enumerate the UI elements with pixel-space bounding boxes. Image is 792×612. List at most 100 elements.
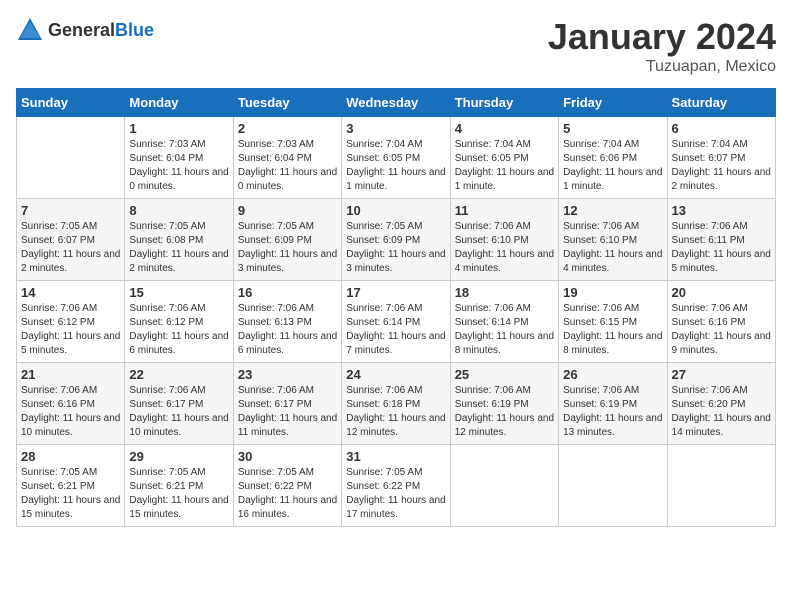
logo-text: GeneralBlue: [48, 20, 154, 41]
calendar-cell: 6 Sunrise: 7:04 AMSunset: 6:07 PMDaylight…: [667, 117, 775, 199]
calendar-cell: 7 Sunrise: 7:05 AMSunset: 6:07 PMDaylight…: [17, 199, 125, 281]
day-info: Sunrise: 7:04 AMSunset: 6:05 PMDaylight:…: [455, 138, 554, 194]
calendar-cell: 17Sunrise: 7:06 AMSunset: 6:14 PMDayligh…: [342, 281, 450, 363]
day-header-friday: Friday: [559, 89, 667, 117]
day-info: Sunrise: 7:06 AMSunset: 6:17 PMDaylight:…: [238, 384, 337, 440]
day-info: Sunrise: 7:05 AMSunset: 6:08 PMDaylight:…: [129, 220, 228, 276]
day-info: Sunrise: 7:06 AMSunset: 6:18 PMDaylight:…: [346, 384, 445, 440]
calendar-cell: [450, 445, 558, 527]
calendar-cell: 2Sunrise: 7:03 AMSunset: 6:04 PMDaylight…: [233, 117, 341, 199]
day-number: 12: [563, 203, 662, 218]
calendar-cell: 28Sunrise: 7:05 AMSunset: 6:21 PMDayligh…: [17, 445, 125, 527]
calendar-cell: [667, 445, 775, 527]
day-number: 19: [563, 285, 662, 300]
day-number: 27: [672, 367, 771, 382]
day-number: 23: [238, 367, 337, 382]
day-number: 9: [238, 203, 337, 218]
calendar-cell: [559, 445, 667, 527]
day-number: 31: [346, 449, 445, 464]
day-info: Sunrise: 7:06 AMSunset: 6:10 PMDaylight:…: [563, 220, 662, 276]
day-number: 29: [129, 449, 228, 464]
day-info: Sunrise: 7:04 AMSunset: 6:06 PMDaylight:…: [563, 138, 662, 194]
calendar-cell: 4 Sunrise: 7:04 AMSunset: 6:05 PMDaylight…: [450, 117, 558, 199]
day-number: 14: [21, 285, 120, 300]
day-number: 25: [455, 367, 554, 382]
day-info: Sunrise: 7:06 AMSunset: 6:13 PMDaylight:…: [238, 302, 337, 358]
calendar-cell: [17, 117, 125, 199]
day-info: Sunrise: 7:05 AMSunset: 6:07 PMDaylight:…: [21, 220, 120, 276]
day-header-wednesday: Wednesday: [342, 89, 450, 117]
day-info: Sunrise: 7:06 AMSunset: 6:11 PMDaylight:…: [672, 220, 771, 276]
calendar-cell: 3Sunrise: 7:04 AMSunset: 6:05 PMDaylight…: [342, 117, 450, 199]
day-header-tuesday: Tuesday: [233, 89, 341, 117]
day-info: Sunrise: 7:05 AMSunset: 6:22 PMDaylight:…: [346, 466, 445, 522]
calendar-cell: 18 Sunrise: 7:06 AMSunset: 6:14 PMDayligh…: [450, 281, 558, 363]
day-number: 5: [563, 121, 662, 136]
day-number: 22: [129, 367, 228, 382]
day-info: Sunrise: 7:06 AMSunset: 6:16 PMDaylight:…: [21, 384, 120, 440]
calendar-cell: 22Sunrise: 7:06 AMSunset: 6:17 PMDayligh…: [125, 363, 233, 445]
calendar-cell: 24 Sunrise: 7:06 AMSunset: 6:18 PMDayligh…: [342, 363, 450, 445]
calendar-cell: 15 Sunrise: 7:06 AMSunset: 6:12 PMDayligh…: [125, 281, 233, 363]
calendar-cell: 10Sunrise: 7:05 AMSunset: 6:09 PMDayligh…: [342, 199, 450, 281]
week-row-1: 1 Sunrise: 7:03 AMSunset: 6:04 PMDaylight…: [17, 117, 776, 199]
day-number: 30: [238, 449, 337, 464]
day-number: 10: [346, 203, 445, 218]
logo-icon: [16, 16, 44, 44]
week-row-2: 7 Sunrise: 7:05 AMSunset: 6:07 PMDaylight…: [17, 199, 776, 281]
calendar-cell: 11 Sunrise: 7:06 AMSunset: 6:10 PMDayligh…: [450, 199, 558, 281]
location-title: Tuzuapan, Mexico: [548, 58, 776, 76]
week-row-3: 14 Sunrise: 7:06 AMSunset: 6:12 PMDayligh…: [17, 281, 776, 363]
calendar-cell: 27 Sunrise: 7:06 AMSunset: 6:20 PMDayligh…: [667, 363, 775, 445]
calendar-cell: 21 Sunrise: 7:06 AMSunset: 6:16 PMDayligh…: [17, 363, 125, 445]
month-title: January 2024: [548, 16, 776, 58]
page-header: GeneralBlue January 2024 Tuzuapan, Mexic…: [16, 16, 776, 76]
day-info: Sunrise: 7:04 AMSunset: 6:07 PMDaylight:…: [672, 138, 771, 194]
calendar-cell: 8 Sunrise: 7:05 AMSunset: 6:08 PMDaylight…: [125, 199, 233, 281]
calendar-cell: 31 Sunrise: 7:05 AMSunset: 6:22 PMDayligh…: [342, 445, 450, 527]
day-header-saturday: Saturday: [667, 89, 775, 117]
day-number: 8: [129, 203, 228, 218]
day-info: Sunrise: 7:06 AMSunset: 6:19 PMDaylight:…: [455, 384, 554, 440]
day-info: Sunrise: 7:06 AMSunset: 6:14 PMDaylight:…: [346, 302, 445, 358]
day-number: 15: [129, 285, 228, 300]
day-info: Sunrise: 7:05 AMSunset: 6:21 PMDaylight:…: [129, 466, 228, 522]
calendar-cell: 20 Sunrise: 7:06 AMSunset: 6:16 PMDayligh…: [667, 281, 775, 363]
day-info: Sunrise: 7:06 AMSunset: 6:10 PMDaylight:…: [455, 220, 554, 276]
days-header-row: SundayMondayTuesdayWednesdayThursdayFrid…: [17, 89, 776, 117]
day-info: Sunrise: 7:05 AMSunset: 6:09 PMDaylight:…: [238, 220, 337, 276]
day-number: 1: [129, 121, 228, 136]
day-number: 6: [672, 121, 771, 136]
calendar-cell: 25 Sunrise: 7:06 AMSunset: 6:19 PMDayligh…: [450, 363, 558, 445]
day-number: 16: [238, 285, 337, 300]
week-row-4: 21 Sunrise: 7:06 AMSunset: 6:16 PMDayligh…: [17, 363, 776, 445]
day-info: Sunrise: 7:06 AMSunset: 6:14 PMDaylight:…: [455, 302, 554, 358]
logo-general: General: [48, 20, 115, 40]
day-info: Sunrise: 7:06 AMSunset: 6:12 PMDaylight:…: [129, 302, 228, 358]
day-number: 7: [21, 203, 120, 218]
day-number: 21: [21, 367, 120, 382]
day-info: Sunrise: 7:03 AMSunset: 6:04 PMDaylight:…: [129, 138, 228, 194]
day-info: Sunrise: 7:04 AMSunset: 6:05 PMDaylight:…: [346, 138, 445, 194]
calendar-cell: 9 Sunrise: 7:05 AMSunset: 6:09 PMDaylight…: [233, 199, 341, 281]
day-info: Sunrise: 7:06 AMSunset: 6:20 PMDaylight:…: [672, 384, 771, 440]
title-area: January 2024 Tuzuapan, Mexico: [548, 16, 776, 76]
day-header-thursday: Thursday: [450, 89, 558, 117]
calendar-cell: 30Sunrise: 7:05 AMSunset: 6:22 PMDayligh…: [233, 445, 341, 527]
day-number: 28: [21, 449, 120, 464]
day-number: 24: [346, 367, 445, 382]
calendar-cell: 5 Sunrise: 7:04 AMSunset: 6:06 PMDaylight…: [559, 117, 667, 199]
day-number: 11: [455, 203, 554, 218]
calendar-cell: 1 Sunrise: 7:03 AMSunset: 6:04 PMDaylight…: [125, 117, 233, 199]
day-number: 2: [238, 121, 337, 136]
calendar-cell: 16 Sunrise: 7:06 AMSunset: 6:13 PMDayligh…: [233, 281, 341, 363]
day-info: Sunrise: 7:06 AMSunset: 6:12 PMDaylight:…: [21, 302, 120, 358]
calendar-cell: 26Sunrise: 7:06 AMSunset: 6:19 PMDayligh…: [559, 363, 667, 445]
day-number: 4: [455, 121, 554, 136]
day-number: 18: [455, 285, 554, 300]
calendar-cell: 19Sunrise: 7:06 AMSunset: 6:15 PMDayligh…: [559, 281, 667, 363]
day-number: 20: [672, 285, 771, 300]
day-info: Sunrise: 7:06 AMSunset: 6:16 PMDaylight:…: [672, 302, 771, 358]
calendar-cell: 29 Sunrise: 7:05 AMSunset: 6:21 PMDayligh…: [125, 445, 233, 527]
logo: GeneralBlue: [16, 16, 154, 44]
